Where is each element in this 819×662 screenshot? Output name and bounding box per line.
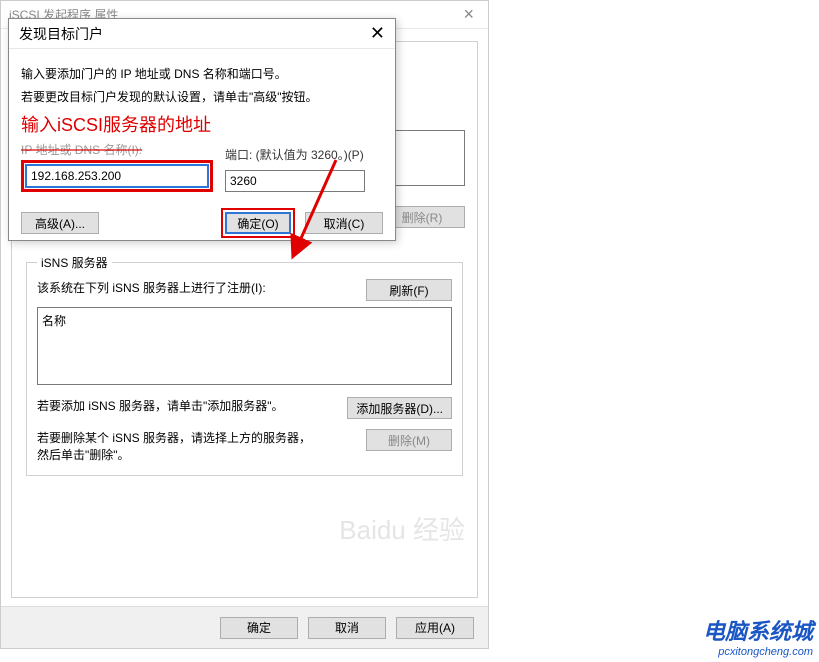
- advanced-button[interactable]: 高级(A)...: [21, 212, 99, 234]
- main-apply-button[interactable]: 应用(A): [396, 617, 474, 639]
- isns-list[interactable]: 名称: [37, 307, 452, 385]
- port-label: 端口: (默认值为 3260。)(P): [225, 146, 365, 163]
- dialog-ok-button[interactable]: 确定(O): [225, 212, 291, 234]
- isns-fieldset: iSNS 服务器 该系统在下列 iSNS 服务器上进行了注册(I): 刷新(F)…: [26, 254, 463, 476]
- main-cancel-button[interactable]: 取消: [308, 617, 386, 639]
- field-row: IP 地址或 DNS 名称(I): 端口: (默认值为 3260。)(P): [21, 141, 383, 192]
- isns-list-header: 名称: [42, 314, 66, 328]
- isns-remove-button[interactable]: 删除(M): [366, 429, 452, 451]
- dialog-instruction-1: 输入要添加门户的 IP 地址或 DNS 名称和端口号。: [21, 65, 383, 82]
- dialog-footer: 高级(A)... 确定(O) 取消(C): [9, 200, 395, 246]
- dialog-instruction-2: 若要更改目标门户发现的默认设置，请单击"高级"按钮。: [21, 88, 383, 105]
- add-server-button[interactable]: 添加服务器(D)...: [347, 397, 452, 419]
- isns-remove-text-1: 若要删除某个 iSNS 服务器，请选择上方的服务器，: [37, 429, 356, 446]
- annotation-text: 输入iSCSI服务器的地址: [21, 111, 383, 137]
- site-watermark: 电脑系统城 pcxitongcheng.com: [703, 614, 813, 658]
- ip-field: IP 地址或 DNS 名称(I):: [21, 141, 213, 192]
- baidu-watermark: Baidu 经验: [339, 510, 465, 547]
- ok-highlight-box: 确定(O): [221, 208, 295, 238]
- discover-portal-dialog: 发现目标门户 ✕ 输入要添加门户的 IP 地址或 DNS 名称和端口号。 若要更…: [8, 18, 396, 241]
- bottom-button-bar: 确定 取消 应用(A): [1, 606, 488, 648]
- isns-legend: iSNS 服务器: [37, 254, 112, 271]
- isns-desc: 该系统在下列 iSNS 服务器上进行了注册(I):: [37, 279, 356, 296]
- site-watermark-zh: 电脑系统城: [703, 614, 813, 646]
- ip-input[interactable]: [26, 165, 208, 187]
- port-input[interactable]: [225, 170, 365, 192]
- port-field: 端口: (默认值为 3260。)(P): [225, 146, 365, 192]
- main-ok-button[interactable]: 确定: [220, 617, 298, 639]
- site-watermark-en: pcxitongcheng.com: [703, 646, 813, 658]
- dialog-body: 输入要添加门户的 IP 地址或 DNS 名称和端口号。 若要更改目标门户发现的默…: [9, 49, 395, 200]
- isns-remove-text-2: 然后单击"删除"。: [37, 446, 356, 463]
- dialog-cancel-button[interactable]: 取消(C): [305, 212, 383, 234]
- ip-label: IP 地址或 DNS 名称(I):: [21, 141, 213, 158]
- close-icon[interactable]: ×: [457, 4, 480, 25]
- dialog-close-icon[interactable]: ✕: [370, 23, 385, 44]
- ip-highlight-box: [21, 160, 213, 192]
- dialog-titlebar: 发现目标门户 ✕: [9, 19, 395, 49]
- isns-refresh-button[interactable]: 刷新(F): [366, 279, 452, 301]
- isns-add-text: 若要添加 iSNS 服务器，请单击"添加服务器"。: [37, 397, 337, 414]
- dialog-title: 发现目标门户: [19, 24, 370, 44]
